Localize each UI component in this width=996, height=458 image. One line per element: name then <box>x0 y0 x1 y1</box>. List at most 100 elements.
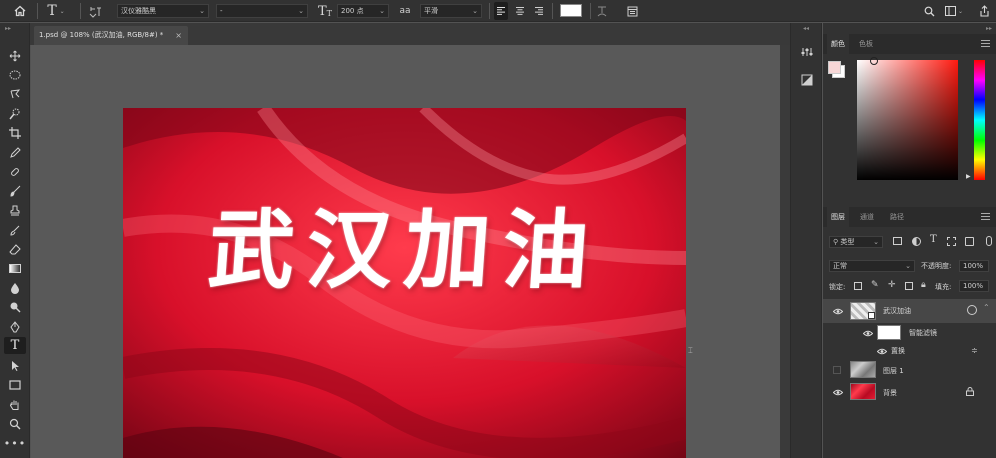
layer-row-background[interactable]: 背景 <box>823 381 996 403</box>
color-saturation-field[interactable] <box>857 60 958 180</box>
lock-image-icon[interactable]: ✎ <box>871 280 879 290</box>
document-canvas[interactable]: 武汉加油 <box>123 108 686 458</box>
layer-name[interactable]: 背景 <box>883 388 897 398</box>
character-panel-icon[interactable] <box>624 2 640 20</box>
rectangle-tool-icon[interactable] <box>4 376 26 393</box>
lock-transparent-icon[interactable] <box>854 282 862 290</box>
properties-panel-icon[interactable] <box>798 43 816 61</box>
layer-name[interactable]: 武汉加油 <box>883 306 911 316</box>
type-tool-icon[interactable]: T <box>4 337 26 354</box>
filter-pixel-layers-icon[interactable] <box>893 237 902 245</box>
tab-channels[interactable]: 通道 <box>856 207 878 227</box>
eye-icon[interactable] <box>863 329 873 337</box>
anti-alias-select[interactable]: 平滑 ⌄ <box>420 4 482 18</box>
layer-thumbnail <box>850 383 876 400</box>
align-left-icon[interactable] <box>494 2 508 20</box>
more-tools-icon[interactable]: ••• <box>4 435 26 452</box>
lasso-tool-icon[interactable] <box>4 85 26 102</box>
eraser-tool-icon[interactable] <box>4 240 26 257</box>
filter-blending-options-icon[interactable]: ≑ <box>971 346 978 355</box>
options-bar: T ⌄ 汉仪雅酷黑 ⌄ - ⌄ TT 200 点 ⌄ aa 平滑 ⌄ ⌄ <box>0 0 996 22</box>
foreground-color-swatch[interactable] <box>828 61 841 74</box>
hue-slider-handle-icon[interactable]: ▶ <box>966 173 971 180</box>
path-selection-icon[interactable] <box>4 357 26 374</box>
panel-menu-icon[interactable] <box>981 213 990 220</box>
layer-row-displace-filter[interactable]: 置换 ≑ <box>823 343 996 359</box>
type-tool-preset-icon[interactable]: T ⌄ <box>44 2 68 20</box>
filter-type-layers-icon[interactable]: T <box>930 234 937 245</box>
layer-name[interactable]: 置换 <box>891 346 905 356</box>
share-icon[interactable] <box>977 2 991 20</box>
workspace-icon[interactable]: ⌄ <box>943 2 965 20</box>
quick-selection-icon[interactable] <box>4 105 26 122</box>
collapse-arrows-icon[interactable]: ▸▸ <box>5 25 11 32</box>
close-tab-icon[interactable]: × <box>175 26 182 45</box>
layer-filter-select[interactable]: ⚲ 类型 ⌄ <box>829 236 883 248</box>
filter-shape-layers-icon[interactable] <box>947 237 956 246</box>
color-picker-marker[interactable] <box>870 57 878 65</box>
lock-artboard-icon[interactable] <box>905 282 913 290</box>
anti-alias-glyph: aa <box>399 6 411 16</box>
brush-tool-icon[interactable] <box>4 182 26 199</box>
fill-input[interactable]: 100% <box>959 280 989 292</box>
lock-all-icon[interactable]: 🔒︎ <box>921 280 926 290</box>
align-center-icon[interactable] <box>513 2 527 20</box>
hand-tool-icon[interactable] <box>4 396 26 413</box>
adjustments-panel-icon[interactable] <box>798 71 816 89</box>
warp-text-icon[interactable] <box>594 2 610 20</box>
expand-arrow-icon[interactable]: ⌃ <box>983 303 990 312</box>
align-right-icon[interactable] <box>532 2 546 20</box>
eye-icon[interactable] <box>877 347 887 355</box>
blend-mode-select[interactable]: 正常 ⌄ <box>829 260 915 272</box>
filter-adjustment-layers-icon[interactable] <box>912 237 921 246</box>
dodge-tool-icon[interactable] <box>4 298 26 315</box>
font-size-select[interactable]: 200 点 ⌄ <box>337 4 389 18</box>
font-family-select[interactable]: 汉仪雅酷黑 ⌄ <box>117 4 209 18</box>
elliptical-marquee-icon[interactable] <box>4 66 26 83</box>
layer-row-smart-filters[interactable]: 智能滤镜 <box>823 323 996 343</box>
filter-smart-objects-icon[interactable] <box>965 237 974 246</box>
layer-name[interactable]: 智能滤镜 <box>909 328 937 338</box>
layer-row-wuhan-text[interactable]: 武汉加油 ⌃ <box>823 299 996 323</box>
tab-color[interactable]: 颜色 <box>827 34 849 54</box>
history-brush-icon[interactable] <box>4 221 26 238</box>
smart-filter-toggle-icon[interactable] <box>967 305 977 315</box>
blur-tool-icon[interactable] <box>4 279 26 296</box>
eye-icon[interactable] <box>833 307 843 315</box>
layer-filter-value: 类型 <box>840 238 855 246</box>
eye-icon[interactable] <box>833 388 843 396</box>
pen-tool-icon[interactable] <box>4 318 26 335</box>
right-panels: ▸▸ 颜色 色板 ▶ 图层 通道 路径 ⚲ 类型 ⌄ T 正常 ⌄ 不透明度: … <box>823 23 996 458</box>
vertical-scrollbar[interactable] <box>780 45 790 458</box>
lock-position-icon[interactable]: ✛ <box>888 280 896 290</box>
panel-menu-icon[interactable] <box>981 40 990 47</box>
toggle-text-orientation-icon[interactable] <box>86 2 104 20</box>
text-color-swatch[interactable] <box>560 4 582 17</box>
gradient-tool-icon[interactable] <box>4 260 26 277</box>
font-style-select[interactable]: - ⌄ <box>216 4 308 18</box>
tab-layers[interactable]: 图层 <box>827 207 849 227</box>
visibility-toggle-off[interactable] <box>833 366 841 374</box>
collapse-arrows-icon[interactable]: ◂◂ <box>803 25 809 32</box>
canvas-text-layer[interactable]: 武汉加油 <box>123 201 686 301</box>
search-icon[interactable] <box>922 2 936 20</box>
home-icon[interactable] <box>10 2 30 20</box>
document-tab[interactable]: 1.psd @ 108% (武汉加油, RGB/8#) * × <box>34 26 188 45</box>
opacity-input[interactable]: 100% <box>959 260 989 272</box>
tab-swatches[interactable]: 色板 <box>855 34 877 54</box>
filter-mask-thumbnail[interactable] <box>877 325 901 340</box>
hue-slider[interactable] <box>974 60 985 180</box>
layer-row-layer-1[interactable]: 图层 1 <box>823 359 996 381</box>
collapse-arrows-icon[interactable]: ▸▸ <box>986 25 992 32</box>
crop-tool-icon[interactable] <box>4 124 26 141</box>
font-size-value: 200 点 <box>341 7 364 15</box>
clone-stamp-icon[interactable] <box>4 202 26 219</box>
healing-brush-icon[interactable] <box>4 163 26 180</box>
fill-value: 100% <box>963 282 984 290</box>
filter-toggle-icon[interactable] <box>986 236 992 246</box>
zoom-tool-icon[interactable] <box>4 415 26 432</box>
tab-paths[interactable]: 路径 <box>886 207 908 227</box>
layer-name[interactable]: 图层 1 <box>883 366 904 376</box>
move-tool-icon[interactable] <box>4 47 26 64</box>
eyedropper-icon[interactable] <box>4 144 26 161</box>
